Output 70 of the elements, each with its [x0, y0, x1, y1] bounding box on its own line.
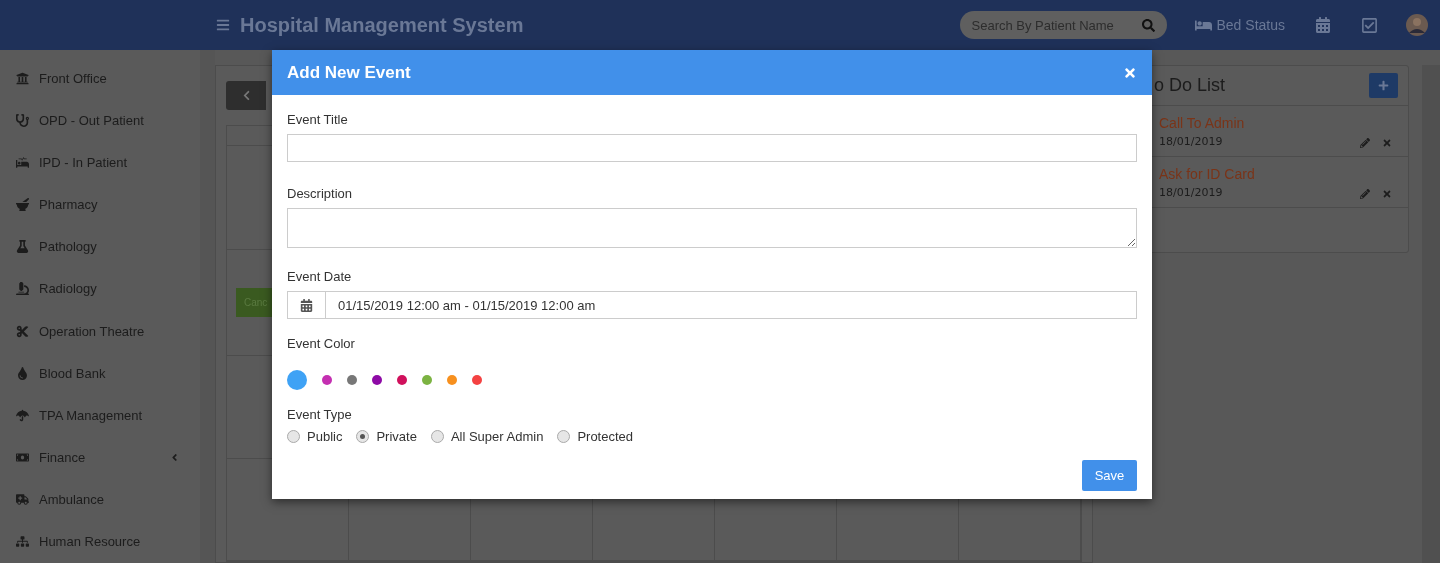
color-swatch[interactable] [372, 375, 382, 385]
field-label: Event Title [287, 112, 349, 127]
microscope-icon [16, 282, 29, 296]
scissors-icon [16, 324, 29, 338]
dialog-title: Add New Event [287, 62, 411, 83]
panel-title: o Do List [1154, 75, 1226, 96]
sidebar-item[interactable]: Ambulance [0, 478, 200, 521]
input-field[interactable] [287, 134, 1137, 162]
color-swatch[interactable] [322, 375, 332, 385]
field-label: Event Color [287, 336, 356, 351]
building-icon [16, 71, 29, 85]
radio-label: All Super Admin [450, 429, 544, 444]
radio-button[interactable] [430, 430, 444, 443]
text-area[interactable] [287, 208, 1137, 248]
date-range-field[interactable]: 01/15/2019 12:00 am - 01/15/2019 12:00 am [287, 291, 1137, 319]
umbrella-icon [16, 408, 29, 422]
todo-date: 18/01/2019 [1159, 135, 1224, 148]
color-swatch[interactable] [447, 375, 457, 385]
menu-icon[interactable] [216, 18, 230, 32]
sidebar-item[interactable]: Blood Bank [0, 352, 200, 395]
search-icon[interactable] [1141, 19, 1155, 32]
radio-label: Public [307, 429, 343, 444]
todo-title: Ask for ID Card [1159, 166, 1255, 182]
stethoscope-icon [16, 113, 29, 127]
color-swatch[interactable] [347, 375, 357, 385]
color-swatch[interactable] [422, 375, 432, 385]
mortar-icon [16, 198, 29, 212]
save-button[interactable]: Save [1082, 460, 1137, 491]
field-label: Event Date [287, 269, 353, 284]
calendar-icon[interactable] [1315, 17, 1331, 33]
radio-button[interactable] [557, 430, 571, 443]
sidebar-item[interactable]: TPA Management [0, 394, 200, 437]
color-swatch[interactable] [397, 375, 407, 385]
pencil-icon[interactable] [1360, 138, 1370, 148]
radio-button[interactable] [356, 430, 370, 443]
sidebar-item[interactable]: Front Office [0, 57, 200, 100]
color-swatch[interactable] [287, 370, 307, 390]
pencil-icon[interactable] [1360, 189, 1370, 199]
app-title: Hospital Management System [240, 13, 524, 37]
color-swatch[interactable] [472, 375, 482, 385]
add-button[interactable] [1369, 73, 1398, 98]
close-button[interactable] [1123, 65, 1137, 80]
todo-date: 18/01/2019 [1159, 186, 1224, 199]
sidebar-item[interactable]: IPD - In Patient [0, 141, 200, 184]
flask-icon [16, 240, 29, 254]
close-icon[interactable] [1382, 138, 1392, 148]
field-label: Event Type [287, 407, 353, 422]
ambulance-icon [16, 493, 29, 507]
sidebar-item[interactable]: Pathology [0, 225, 200, 268]
sitemap-icon [16, 535, 29, 549]
todo-title: Call To Admin [1159, 115, 1245, 131]
checkbox-icon[interactable] [1361, 16, 1378, 34]
drop-icon [16, 366, 29, 380]
bed-icon [16, 155, 29, 169]
avatar[interactable] [1406, 14, 1428, 36]
previous-button[interactable] [226, 81, 266, 110]
sidebar-item[interactable]: Pharmacy [0, 183, 200, 226]
bed-status-link[interactable]: Bed Status [1216, 17, 1285, 33]
sidebar-item[interactable]: Human Resource [0, 520, 200, 563]
sidebar-item[interactable]: OPD - Out Patient [0, 99, 200, 142]
close-icon[interactable] [1382, 189, 1392, 199]
radio-button[interactable] [287, 430, 300, 443]
plus-icon [1378, 80, 1389, 91]
field-label: Description [287, 186, 354, 201]
sidebar-item[interactable]: Finance [0, 436, 200, 479]
sidebar-item[interactable]: Operation Theatre [0, 310, 200, 353]
radio-label: Private [376, 429, 417, 444]
sidebar-item[interactable]: Radiology [0, 267, 200, 311]
calendar-icon [300, 298, 313, 312]
radio-label: Protected [577, 429, 634, 444]
